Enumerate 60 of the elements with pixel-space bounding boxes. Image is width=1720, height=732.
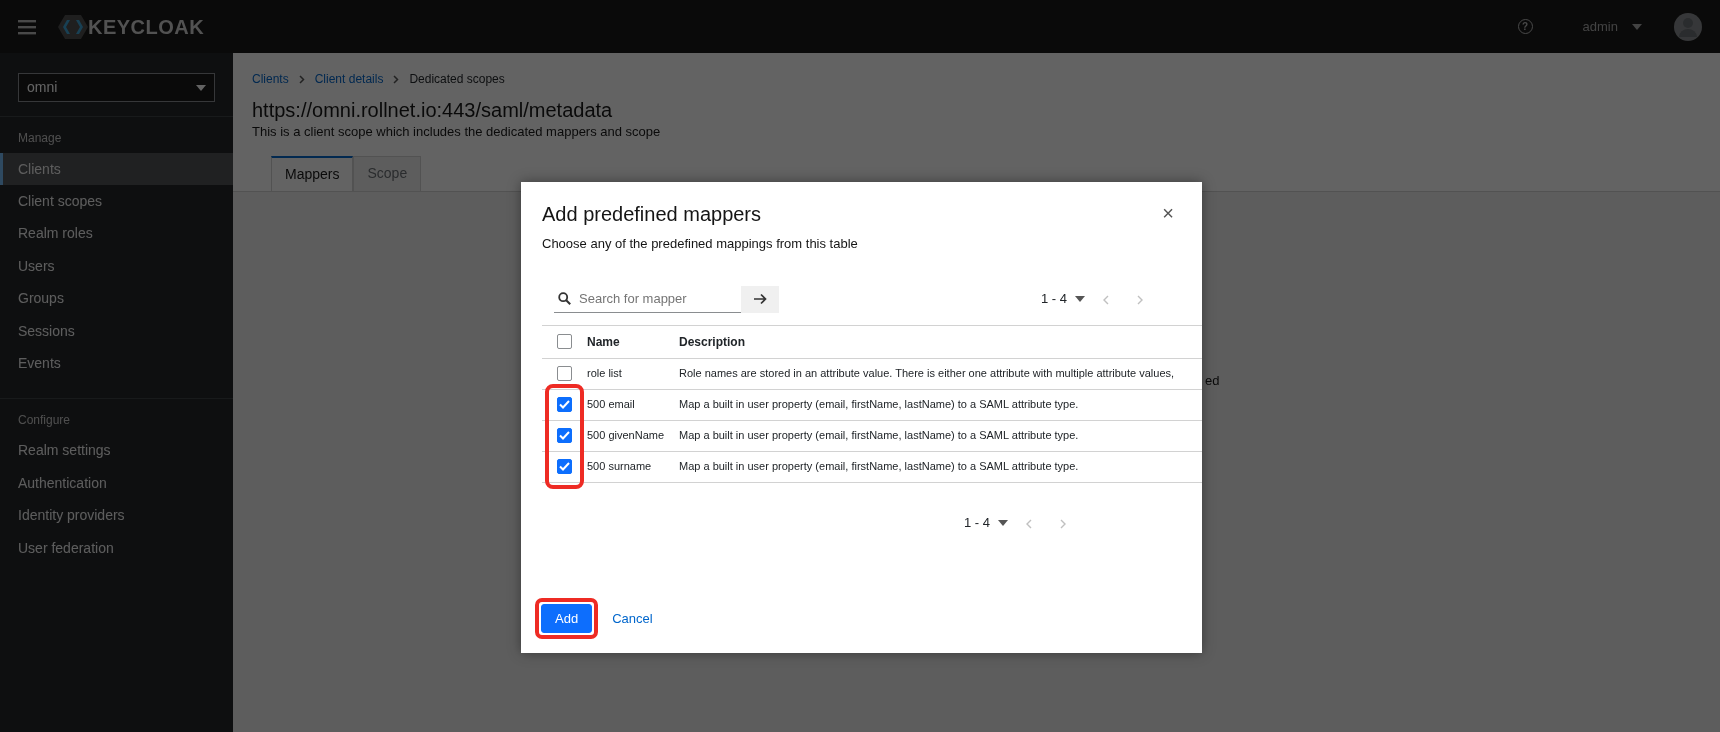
sidebar-item[interactable]: Client scopes (0, 185, 233, 218)
sidebar-item[interactable]: Realm settings (0, 434, 233, 468)
table-cell-text: Map a built in user property (email, firstName, lastName) to a SAML attribute type. (679, 397, 1079, 413)
table-cell-text: role list (587, 366, 623, 382)
pagination-toggle[interactable]: 1 - 4 (1041, 289, 1085, 309)
checkbox[interactable] (557, 428, 572, 443)
checkbox[interactable] (557, 366, 572, 381)
sidebar-item[interactable]: User federation (0, 531, 233, 565)
text-fragment: ed (1205, 372, 1220, 390)
page-subtitle: This is a client scope which includes the dedicated mappers and scope (251, 123, 662, 141)
checkbox[interactable] (557, 334, 572, 349)
breadcrumb-link[interactable]: Clients (252, 70, 289, 88)
section-title: Configure (17, 411, 72, 429)
section-title: Manage (17, 130, 63, 147)
table-cell-text: 500 givenName (587, 428, 666, 444)
caret-icon (998, 520, 1008, 526)
breadcrumb-link[interactable]: Client details (314, 70, 384, 88)
realm-select[interactable]: omni (18, 73, 215, 102)
checkbox[interactable] (557, 397, 572, 412)
avatar-icon[interactable] (1674, 12, 1702, 41)
caret-icon (196, 84, 206, 91)
table-cell-text: 500 email (587, 397, 636, 413)
user-menu[interactable]: admin (1582, 16, 1642, 37)
logo-text: KEYCLOAK (88, 14, 205, 40)
checkbox[interactable] (557, 459, 572, 474)
chevron-icon (393, 74, 400, 84)
table-cell-text: Map a built in user property (email, firstName, lastName) to a SAML attribute type. (679, 428, 1079, 444)
page-title: https://omni.rollnet.io:443/saml/metadata (251, 98, 614, 122)
column-header: Name (587, 333, 621, 351)
sidebar-item[interactable]: Realm roles (0, 217, 233, 251)
sidebar-item[interactable]: Identity providers (0, 499, 233, 532)
close-button[interactable]: × (1156, 202, 1180, 224)
column-header: Description (679, 333, 745, 351)
caret-icon (1632, 23, 1642, 30)
pagination-toggle[interactable]: 1 - 4 (964, 513, 1008, 533)
sidebar-item[interactable]: Sessions (0, 314, 233, 348)
caret-icon (1075, 296, 1085, 302)
breadcrumb-current: Dedicated scopes (409, 71, 505, 88)
arrow-right-icon (753, 293, 767, 305)
chevron-left-icon (1026, 518, 1032, 529)
add-button[interactable]: Add (541, 603, 593, 633)
chevron-left-icon (1103, 294, 1109, 305)
chevron-icon (298, 74, 305, 84)
table-cell-text: Map a built in user property (email, firstName, lastName) to a SAML attribute type. (679, 459, 1079, 475)
sidebar-item[interactable]: Groups (0, 282, 233, 315)
sidebar-item[interactable]: Users (0, 250, 233, 283)
search-submit-button[interactable] (741, 285, 779, 313)
cancel-link[interactable]: Cancel (612, 608, 653, 628)
menu-icon[interactable] (18, 18, 36, 35)
chevron-right-icon (1137, 294, 1143, 305)
logo-icon (58, 14, 88, 39)
sidebar-item[interactable]: Events (0, 347, 233, 380)
tab[interactable]: Mappers (271, 155, 354, 191)
sidebar-item[interactable]: Authentication (0, 467, 233, 500)
modal-title: Add predefined mappers (542, 202, 762, 226)
search-icon (558, 292, 571, 305)
modal-subtitle: Choose any of the predefined mappings from this table (542, 235, 859, 253)
table-cell-text: 500 surname (587, 459, 653, 475)
table-cell-text: Role names are stored in an attribute value. There is either one attribute with multiple attribute values, (679, 366, 1175, 382)
chevron-right-icon (1060, 518, 1066, 529)
